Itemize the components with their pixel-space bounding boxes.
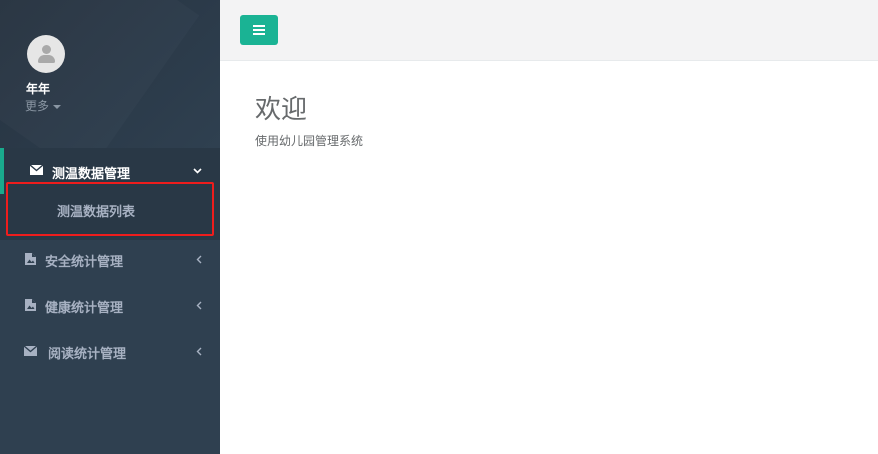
sidebar-item-label: 安全统计管理 <box>45 255 124 270</box>
caret-down-icon <box>53 104 62 109</box>
toggle-sidebar-button[interactable] <box>240 15 278 45</box>
top-navbar <box>220 0 878 61</box>
sidebar: 年年 更多 测温数据管理 测温数据列表 安全统计管理 健康统计管理 阅读统计管理 <box>0 0 220 454</box>
chevron-down-icon <box>193 168 202 174</box>
sidebar-item-label: 测温数据管理 <box>52 167 131 182</box>
page-title: 欢迎 <box>255 95 308 125</box>
user-more-label: 更多 <box>25 99 50 113</box>
submenu: 测温数据列表 <box>0 182 220 240</box>
envelope-icon <box>30 165 43 175</box>
sidebar-item-health-stats[interactable]: 健康统计管理 <box>0 282 220 328</box>
main-content: 欢迎 使用幼儿园管理系统 <box>220 61 878 454</box>
sidebar-item-label: 健康统计管理 <box>45 301 124 316</box>
user-icon <box>42 45 51 54</box>
hamburger-icon <box>253 25 265 27</box>
chevron-left-icon <box>196 255 202 264</box>
chevron-left-icon <box>196 301 202 310</box>
avatar[interactable] <box>27 35 65 73</box>
file-image-icon <box>25 299 36 311</box>
envelope-icon <box>24 346 37 356</box>
sidebar-item-safety-stats[interactable]: 安全统计管理 <box>0 236 220 282</box>
submenu-item-label: 测温数据列表 <box>57 205 136 220</box>
submenu-item-temperature-list[interactable]: 测温数据列表 <box>6 182 214 236</box>
user-more-dropdown[interactable]: 更多 <box>25 97 62 114</box>
user-name: 年年 <box>26 82 51 96</box>
sidebar-item-reading-stats[interactable]: 阅读统计管理 <box>0 328 220 374</box>
page-description: 使用幼儿园管理系统 <box>255 134 364 148</box>
sidebar-item-label: 阅读统计管理 <box>48 347 127 362</box>
profile-panel: 年年 更多 <box>0 0 220 148</box>
file-image-icon <box>25 253 36 265</box>
chevron-left-icon <box>196 347 202 356</box>
